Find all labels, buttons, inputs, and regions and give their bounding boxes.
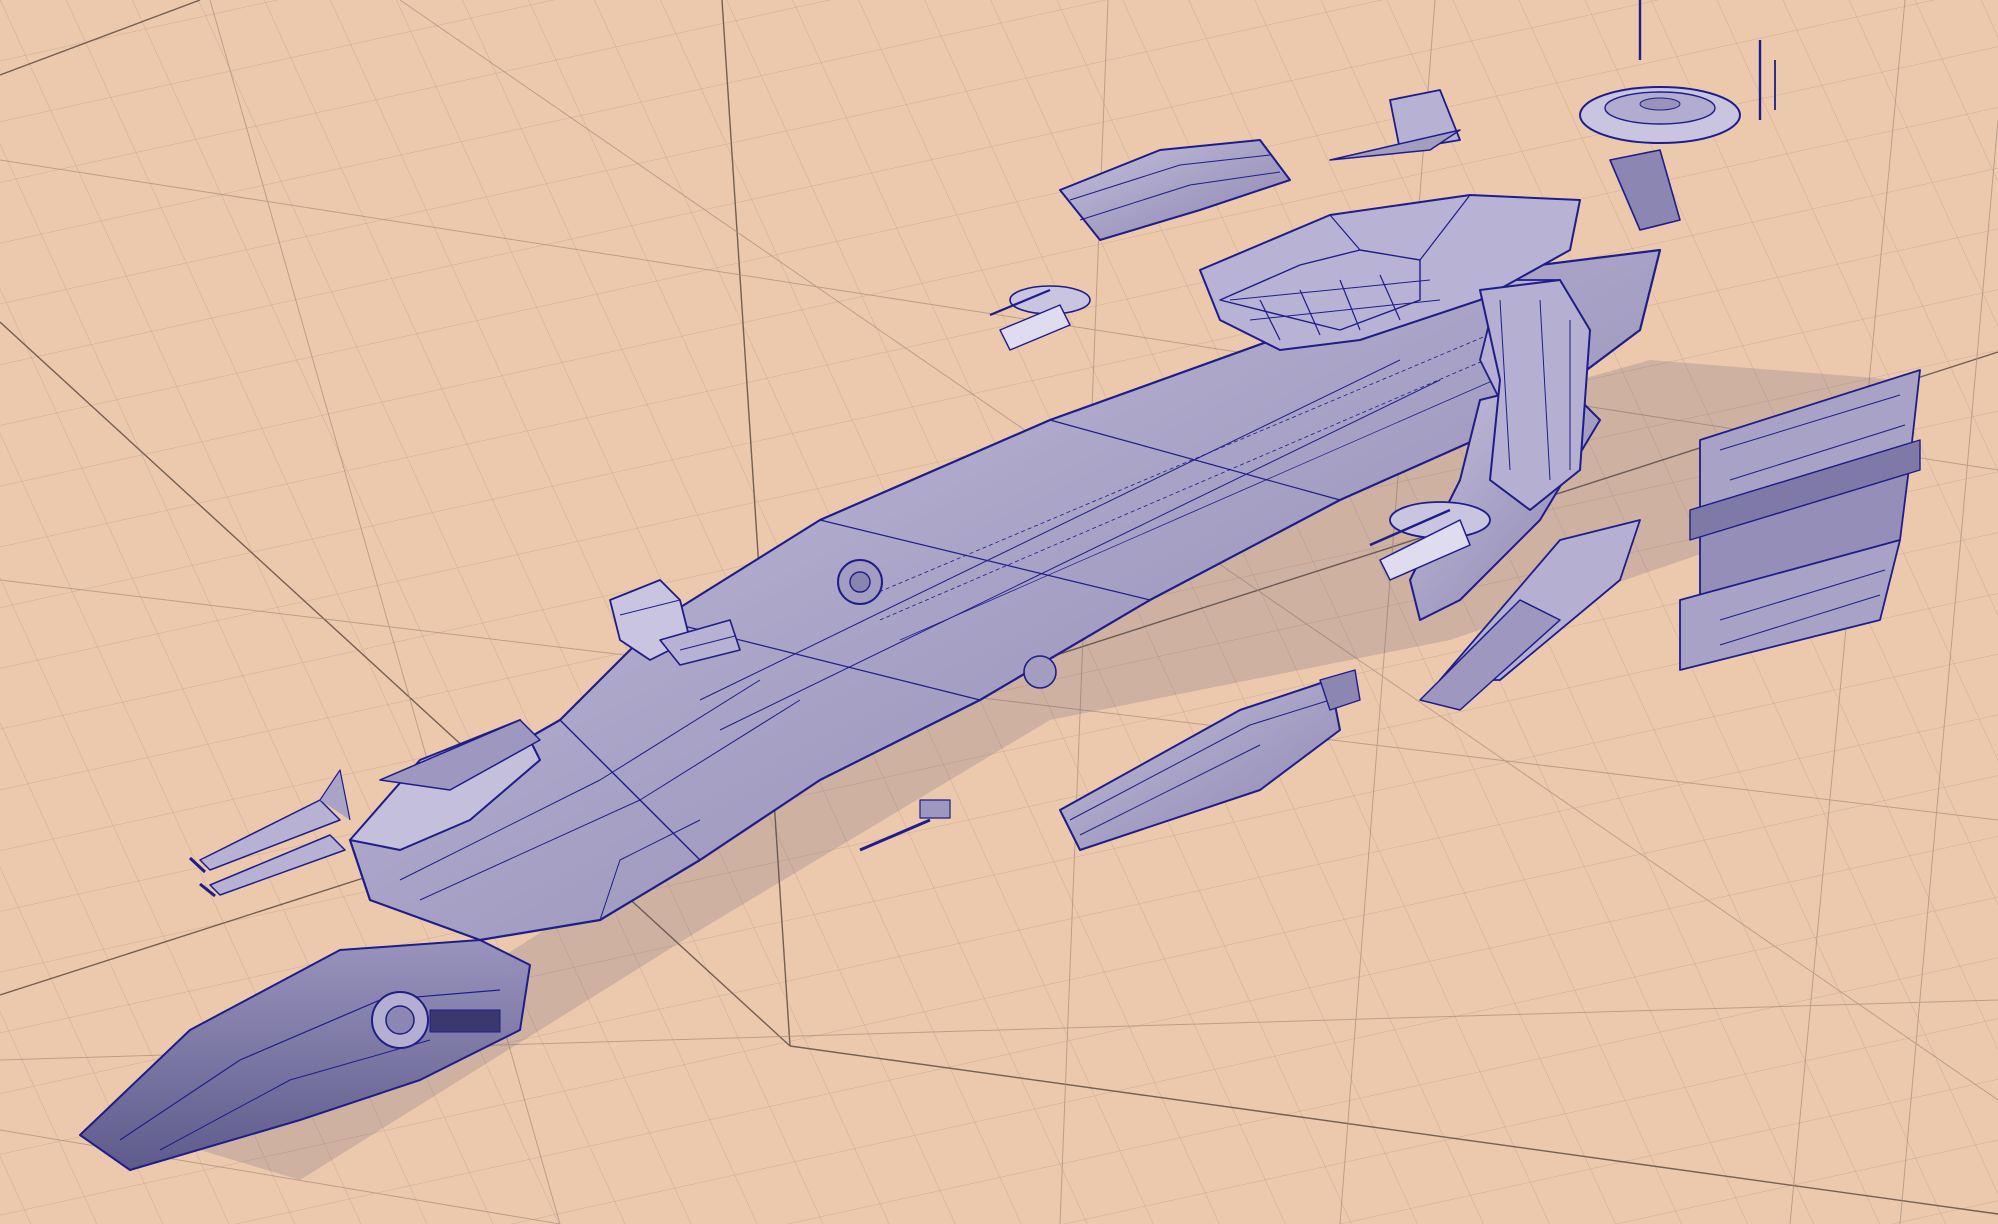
3d-viewport[interactable] — [0, 0, 1998, 1224]
viewport-canvas — [0, 0, 1998, 1224]
